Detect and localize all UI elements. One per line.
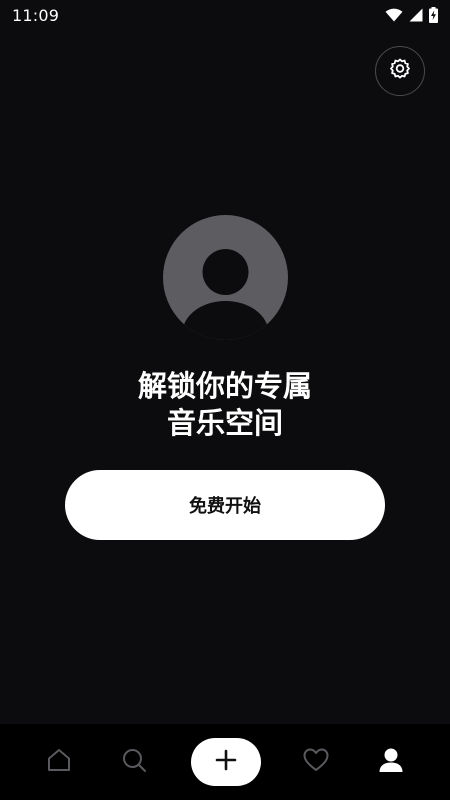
gear-icon (388, 57, 412, 85)
signal-icon (409, 8, 423, 22)
nav-item-favorites[interactable] (286, 724, 346, 800)
status-time: 11:09 (12, 5, 60, 25)
headline-line-1: 解锁你的专属 (137, 369, 312, 403)
search-icon (120, 746, 148, 778)
status-icons (385, 7, 438, 23)
bottom-nav (0, 724, 450, 800)
plus-icon (214, 748, 238, 776)
profile-icon (377, 746, 405, 778)
heart-icon (302, 746, 330, 778)
status-bar: 11:09 (0, 0, 450, 30)
nav-item-profile[interactable] (361, 724, 421, 800)
nav-item-search[interactable] (104, 724, 164, 800)
page-title: 解锁你的专属 音乐空间 (0, 368, 450, 442)
nav-item-home[interactable] (29, 724, 89, 800)
home-icon (45, 746, 73, 778)
create-button[interactable] (191, 738, 261, 786)
wifi-icon (385, 8, 403, 22)
screen: 11:09 解锁你的专属 音乐空间 免费开始 (0, 0, 450, 800)
headline-line-2: 音乐空间 (166, 406, 283, 440)
start-free-button[interactable]: 免费开始 (65, 470, 385, 540)
settings-button[interactable] (375, 46, 425, 96)
avatar[interactable] (163, 215, 288, 340)
user-silhouette-icon (163, 249, 288, 340)
battery-charging-icon (429, 7, 438, 23)
